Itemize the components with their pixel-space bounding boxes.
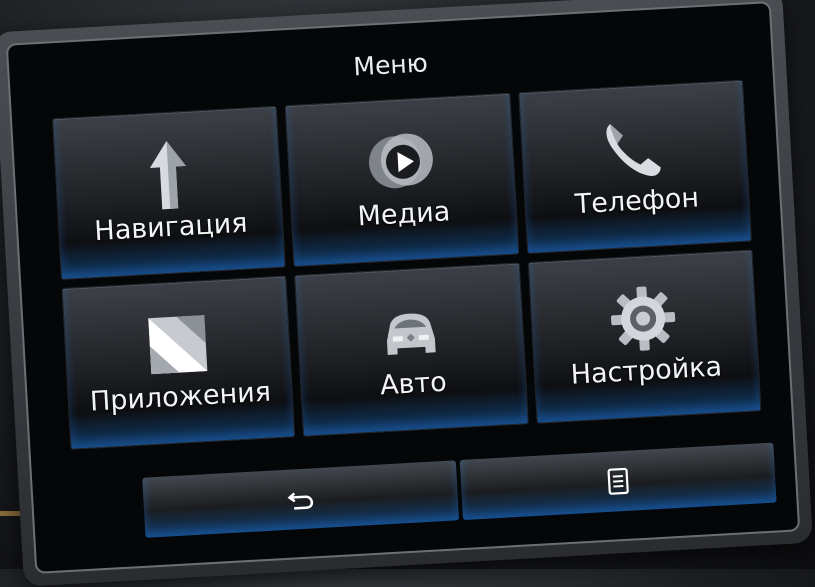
tile-media[interactable]: Медиа <box>284 92 519 268</box>
back-button[interactable] <box>142 460 460 538</box>
display-screen: Меню Навигация Медиа Телефон Приложения … <box>5 1 801 574</box>
device-bezel: Меню Навигация Медиа Телефон Приложения … <box>0 0 813 587</box>
tile-settings[interactable]: Настройка <box>527 249 762 424</box>
back-arrow-icon <box>287 492 314 510</box>
tile-navigation[interactable]: Навигация <box>52 105 287 281</box>
media-play-icon <box>363 124 439 200</box>
tile-car[interactable]: Авто <box>294 262 529 437</box>
tile-label: Настройка <box>569 351 723 391</box>
phone-handset-icon <box>596 111 672 187</box>
car-icon <box>373 294 449 370</box>
tile-apps[interactable]: Приложения <box>61 275 296 450</box>
tile-label: Авто <box>379 366 448 402</box>
options-button[interactable] <box>459 442 777 521</box>
tile-label: Телефон <box>573 182 700 221</box>
tile-label: Медиа <box>356 196 452 233</box>
bottom-bar <box>142 442 777 538</box>
list-icon <box>607 467 629 495</box>
tile-label: Навигация <box>93 207 249 248</box>
tile-label: Приложения <box>89 376 272 418</box>
apps-icon <box>140 307 216 383</box>
tile-phone[interactable]: Телефон <box>517 79 752 255</box>
navigation-arrow-icon <box>130 137 206 213</box>
gear-icon <box>605 281 681 357</box>
menu-grid: Навигация Медиа Телефон Приложения Авто … <box>52 79 762 450</box>
